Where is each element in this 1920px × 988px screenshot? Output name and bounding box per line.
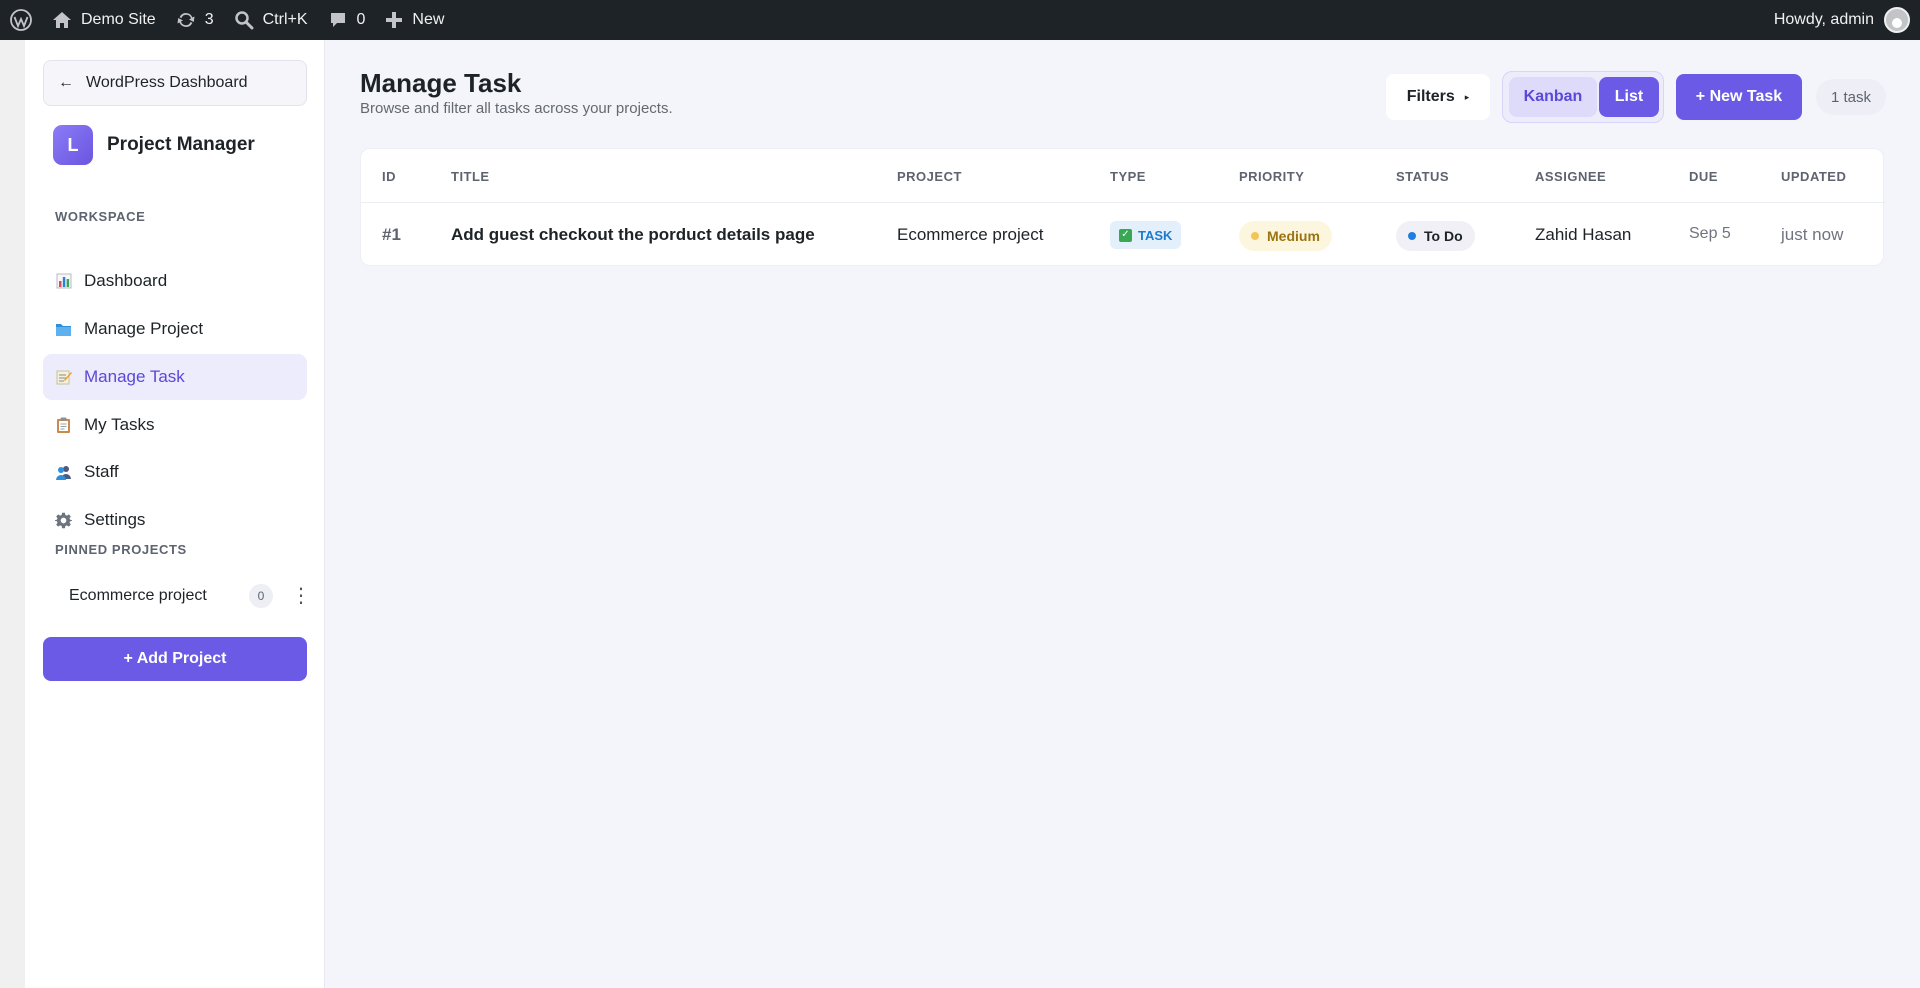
header-divider bbox=[361, 202, 1885, 203]
brand-name: Project Manager bbox=[107, 134, 255, 155]
view-toggle: Kanban List bbox=[1502, 71, 1664, 123]
clipboard-icon bbox=[55, 417, 72, 434]
task-table: ID TITLE PROJECT TYPE PRIORITY STATUS AS… bbox=[360, 148, 1885, 266]
task-priority-label: Medium bbox=[1267, 228, 1320, 244]
brand-logo: L bbox=[53, 125, 93, 165]
pinned-projects-label: PINNED PROJECTS bbox=[55, 542, 187, 557]
search-icon bbox=[234, 11, 254, 30]
brand: L Project Manager bbox=[53, 125, 255, 165]
site-name: Demo Site bbox=[81, 11, 156, 28]
pinned-project-item[interactable]: Ecommerce project 0 ⋮ bbox=[43, 576, 311, 616]
column-header-status[interactable]: STATUS bbox=[1396, 169, 1449, 184]
check-icon: ✓ bbox=[1119, 228, 1132, 242]
add-project-button[interactable]: + Add Project bbox=[43, 637, 307, 681]
column-header-updated[interactable]: UPDATED bbox=[1781, 169, 1846, 184]
task-status-label: To Do bbox=[1424, 228, 1463, 244]
task-priority-badge: Medium bbox=[1239, 221, 1332, 251]
column-header-due[interactable]: DUE bbox=[1689, 169, 1718, 184]
filters-button[interactable]: Filters ▸ bbox=[1386, 74, 1490, 120]
home-icon bbox=[53, 12, 71, 28]
comment-icon bbox=[330, 13, 345, 27]
task-status-badge[interactable]: To Do bbox=[1396, 221, 1475, 251]
arrow-left-icon: ← bbox=[58, 74, 74, 91]
column-header-assignee[interactable]: ASSIGNEE bbox=[1535, 169, 1606, 184]
account-menu[interactable]: Howdy, admin bbox=[1774, 7, 1920, 33]
new-content-link[interactable]: New bbox=[375, 0, 454, 40]
pinned-project-count: 0 bbox=[249, 584, 273, 608]
task-id: #1 bbox=[382, 225, 401, 244]
updates-count: 3 bbox=[204, 11, 214, 28]
sidebar-item-label: My Tasks bbox=[84, 415, 155, 434]
chart-icon bbox=[55, 273, 72, 290]
filters-label: Filters bbox=[1406, 88, 1455, 105]
new-task-button[interactable]: + New Task bbox=[1676, 74, 1802, 120]
updates-link[interactable]: 3 bbox=[166, 0, 224, 40]
task-title[interactable]: Add guest checkout the porduct details p… bbox=[451, 225, 815, 245]
task-type-badge: ✓ TASK bbox=[1110, 221, 1182, 249]
sidebar-item-label: Dashboard bbox=[84, 271, 168, 290]
sidebar-item-label: Manage Task bbox=[84, 367, 185, 386]
task-due: Sep 5 bbox=[1689, 225, 1731, 242]
status-dot bbox=[1408, 232, 1416, 240]
column-header-project[interactable]: PROJECT bbox=[897, 169, 962, 184]
comments-count: 0 bbox=[356, 11, 366, 28]
page-subtitle: Browse and filter all tasks across your … bbox=[360, 100, 673, 117]
task-assignee: Zahid Hasan bbox=[1535, 225, 1632, 244]
people-icon bbox=[55, 464, 72, 481]
page-title: Manage Task bbox=[360, 68, 522, 98]
workspace-label: WORKSPACE bbox=[55, 209, 146, 224]
sidebar-item-manage-task[interactable]: Manage Task bbox=[43, 354, 307, 400]
column-header-type[interactable]: TYPE bbox=[1110, 169, 1146, 184]
sidebar-item-label: Staff bbox=[84, 462, 119, 481]
site-name-link[interactable]: Demo Site bbox=[42, 0, 166, 40]
wordpress-icon bbox=[10, 9, 32, 31]
view-list-button[interactable]: List bbox=[1599, 77, 1659, 117]
comments-link[interactable]: 0 bbox=[318, 0, 376, 40]
back-label: WordPress Dashboard bbox=[86, 74, 248, 91]
sidebar: ← WordPress Dashboard L Project Manager … bbox=[25, 40, 325, 988]
more-options-icon[interactable]: ⋮ bbox=[291, 586, 311, 606]
sidebar-item-dashboard[interactable]: Dashboard bbox=[43, 258, 307, 304]
view-kanban-button[interactable]: Kanban bbox=[1509, 77, 1597, 117]
folder-icon bbox=[55, 321, 72, 338]
search-shortcut-label: Ctrl+K bbox=[262, 11, 308, 28]
plus-icon bbox=[386, 12, 403, 28]
avatar bbox=[1884, 7, 1910, 33]
admin-menu-gutter bbox=[0, 40, 25, 988]
sidebar-item-settings[interactable]: Settings bbox=[43, 497, 307, 543]
greeting: Howdy, admin bbox=[1773, 11, 1874, 28]
pinned-project-name: Ecommerce project bbox=[69, 587, 207, 604]
caret-right-icon: ▸ bbox=[1464, 91, 1470, 102]
back-to-dashboard-button[interactable]: ← WordPress Dashboard bbox=[43, 60, 307, 106]
sidebar-item-manage-project[interactable]: Manage Project bbox=[43, 306, 307, 352]
task-count-badge: 1 task bbox=[1816, 79, 1886, 115]
new-label: New bbox=[412, 11, 445, 28]
column-header-id[interactable]: ID bbox=[382, 169, 396, 184]
search-shortcut-button[interactable]: Ctrl+K bbox=[224, 0, 318, 40]
memo-icon bbox=[55, 369, 72, 386]
wordpress-logo-button[interactable] bbox=[0, 0, 42, 40]
sidebar-item-my-tasks[interactable]: My Tasks bbox=[43, 402, 307, 448]
wp-admin-bar: Demo Site 3 Ctrl+K 0 New Howdy, admin bbox=[0, 0, 1920, 40]
column-header-title[interactable]: TITLE bbox=[451, 169, 490, 184]
sidebar-item-label: Manage Project bbox=[84, 319, 204, 338]
refresh-icon bbox=[177, 13, 195, 27]
sidebar-item-staff[interactable]: Staff bbox=[43, 449, 307, 495]
column-header-priority[interactable]: PRIORITY bbox=[1239, 169, 1304, 184]
sidebar-item-label: Settings bbox=[84, 510, 146, 529]
task-updated: just now bbox=[1781, 225, 1844, 244]
task-project: Ecommerce project bbox=[897, 225, 1044, 244]
priority-dot bbox=[1251, 232, 1259, 240]
task-type-label: TASK bbox=[1138, 227, 1173, 243]
gear-icon bbox=[55, 512, 72, 529]
